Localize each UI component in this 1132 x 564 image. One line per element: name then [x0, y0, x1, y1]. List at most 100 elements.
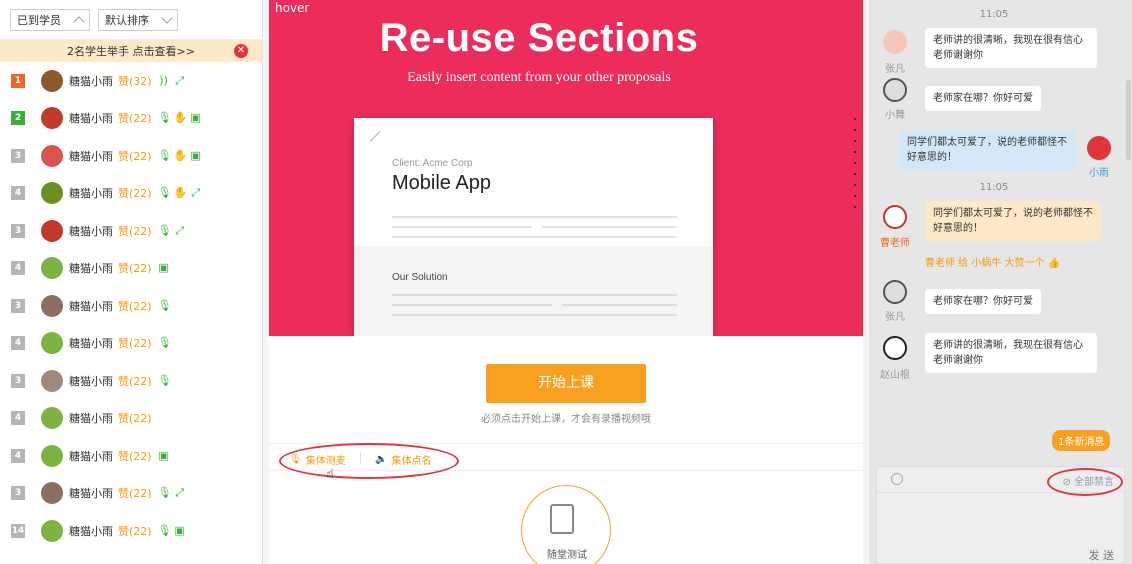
doc-client: Client: Acme Corp: [392, 158, 473, 169]
send-button[interactable]: 发 送: [1089, 547, 1115, 563]
rank-badge: 4: [11, 336, 25, 351]
like-count: 赞(22): [118, 412, 152, 426]
rank-badge: 3: [11, 148, 25, 163]
avatar: [883, 205, 907, 229]
mic-icon[interactable]: 🎙: [158, 112, 172, 124]
student-name: 糖猫小雨: [69, 112, 113, 126]
mic-icon[interactable]: 🎙: [158, 487, 172, 499]
expand-icon[interactable]: ⤢: [190, 187, 202, 199]
mic-icon[interactable]: 🎙: [158, 149, 172, 162]
like-count: 赞(22): [118, 262, 152, 276]
expand-icon[interactable]: ⤢: [174, 487, 186, 499]
student-row[interactable]: 2 糖猫小雨 赞(22) 🎙 ✋ ▣: [0, 100, 262, 138]
attendance-filter-select[interactable]: 已到学员: [10, 8, 90, 31]
raise-hands-banner[interactable]: 2名学生举手 点击查看>> ✕: [0, 40, 262, 62]
pencil-icon: [369, 131, 381, 142]
rank-badge: 3: [11, 298, 25, 313]
expand-icon[interactable]: ⤢: [174, 224, 186, 237]
chat-message: 老师家在哪？你好可爱: [925, 86, 1041, 111]
student-name: 糖猫小雨: [69, 412, 113, 426]
student-row[interactable]: 4 糖猫小雨 赞(22) 🎙 ✋ ⤢: [0, 175, 262, 213]
student-name: 糖猫小雨: [69, 374, 113, 388]
highlight-annotation: [279, 443, 459, 479]
doc-line: [392, 236, 677, 238]
chat-input[interactable]: [877, 494, 1124, 544]
hand-cursor-icon: ☝: [326, 467, 334, 482]
mic-icon[interactable]: 🎙: [158, 374, 172, 387]
mic-icon[interactable]: 🎙: [158, 524, 172, 537]
raise-hands-text: 2名学生举手 点击查看>>: [67, 45, 195, 58]
student-row[interactable]: 3 糖猫小雨 赞(22) 🎙 ⤢: [0, 475, 262, 513]
expand-icon[interactable]: ⤢: [174, 74, 186, 87]
avatar: [883, 78, 907, 102]
student-row[interactable]: 3 糖猫小雨 赞(22) 🎙 ✋ ▣: [0, 137, 262, 175]
student-row[interactable]: 3 糖猫小雨 赞(22) 🎙: [0, 362, 262, 400]
mic-icon[interactable]: 🎙: [158, 337, 172, 349]
student-row[interactable]: 4 糖猫小雨 赞(22): [0, 400, 262, 438]
screen-icon[interactable]: ▣: [190, 112, 202, 124]
rank-badge: 4: [11, 186, 25, 201]
student-name: 糖猫小雨: [69, 449, 113, 463]
volume-icon[interactable]: )): [158, 74, 170, 87]
slide-pagination-dots[interactable]: [854, 118, 856, 217]
sort-label: 默认排序: [105, 13, 149, 27]
avatar: [41, 332, 63, 355]
like-count: 赞(22): [118, 112, 152, 126]
slide-title: Re-use Sections: [379, 16, 699, 60]
student-panel: 已到学员 默认排序 2名学生举手 点击查看>> ✕ 1 糖猫小雨 赞(32))) ⤢ 2…: [0, 0, 263, 564]
student-row[interactable]: 1 糖猫小雨 赞(32))) ⤢: [0, 62, 262, 100]
screen-icon[interactable]: ▣: [174, 524, 186, 537]
screen-icon[interactable]: ▣: [158, 449, 170, 462]
avatar: [883, 280, 907, 304]
avatar: [883, 336, 907, 360]
avatar: [41, 69, 63, 92]
student-row[interactable]: 3 糖猫小雨 赞(22) 🎙 ⤢: [0, 212, 262, 250]
hand-icon[interactable]: ✋: [174, 112, 188, 124]
screen-icon[interactable]: ▣: [190, 149, 202, 162]
start-class-hint: 必须点击开始上课，才会有录播视频哦: [481, 414, 651, 425]
hand-icon[interactable]: ✋: [174, 187, 188, 199]
quiz-button[interactable]: 随堂测试: [521, 485, 611, 564]
mic-icon[interactable]: 🎙: [158, 224, 172, 237]
slide-subtitle: Easily insert content from your other pr…: [407, 70, 671, 85]
chat-message: 老师家在哪？你好可爱: [925, 289, 1041, 314]
chevron-up-icon: [73, 15, 85, 28]
avatar: [41, 444, 63, 467]
student-row[interactable]: 3 糖猫小雨 赞(22) 🎙: [0, 287, 262, 325]
doc-lower-section: [354, 246, 713, 336]
hand-icon[interactable]: ✋: [174, 149, 188, 162]
close-icon[interactable]: ✕: [234, 44, 248, 58]
mic-icon[interactable]: 🎙: [158, 187, 172, 199]
chat-panel: 11:05 张凡 老师讲的很清晰，我现在很有信心老师谢谢你 小舞 老师家在哪？你…: [869, 0, 1132, 564]
mic-icon[interactable]: 🎙: [158, 299, 172, 312]
like-count: 赞(22): [118, 224, 152, 238]
avatar: [41, 219, 63, 242]
chat-message: 老师讲的很清晰，我现在很有信心老师谢谢你: [925, 333, 1097, 373]
student-row[interactable]: 4 糖猫小雨 赞(22) 🎙: [0, 325, 262, 363]
avatar: [41, 107, 63, 130]
start-class-button[interactable]: 开始上课: [486, 364, 646, 403]
student-list: 1 糖猫小雨 赞(32))) ⤢ 2 糖猫小雨 赞(22) 🎙 ✋ ▣ 3 糖猫小雨 赞(22) 🎙 ✋ ▣ 4…: [0, 62, 262, 550]
doc-line: [392, 294, 677, 296]
student-name: 糖猫小雨: [69, 524, 113, 538]
student-row[interactable]: 14 糖猫小雨 赞(22) 🎙 ▣: [0, 512, 262, 550]
doc-line: [562, 304, 677, 306]
avatar: [41, 182, 63, 205]
thumbs-up-icon: 👍: [1047, 258, 1061, 269]
chat-scrollbar[interactable]: [1126, 80, 1131, 160]
chat-sender-name: 小雨: [1089, 168, 1109, 179]
new-messages-badge[interactable]: 1条新消息: [1052, 430, 1111, 451]
avatar: [1087, 136, 1111, 160]
screen-icon[interactable]: ▣: [158, 262, 170, 274]
sort-select[interactable]: 默认排序: [98, 8, 178, 31]
like-count: 赞(22): [118, 524, 152, 538]
doc-line: [542, 226, 677, 228]
rank-badge: 3: [11, 486, 25, 501]
avatar: [41, 294, 63, 317]
chat-sender-name: 张凡: [885, 64, 905, 75]
student-row[interactable]: 4 糖猫小雨 赞(22) ▣: [0, 250, 262, 288]
student-row[interactable]: 4 糖猫小雨 赞(22) ▣: [0, 437, 262, 475]
emoji-icon[interactable]: [891, 473, 903, 485]
gift-notice: 曹老师 给 小蜗牛 大赞一个 👍: [925, 254, 1060, 269]
student-name: 糖猫小雨: [69, 262, 113, 276]
